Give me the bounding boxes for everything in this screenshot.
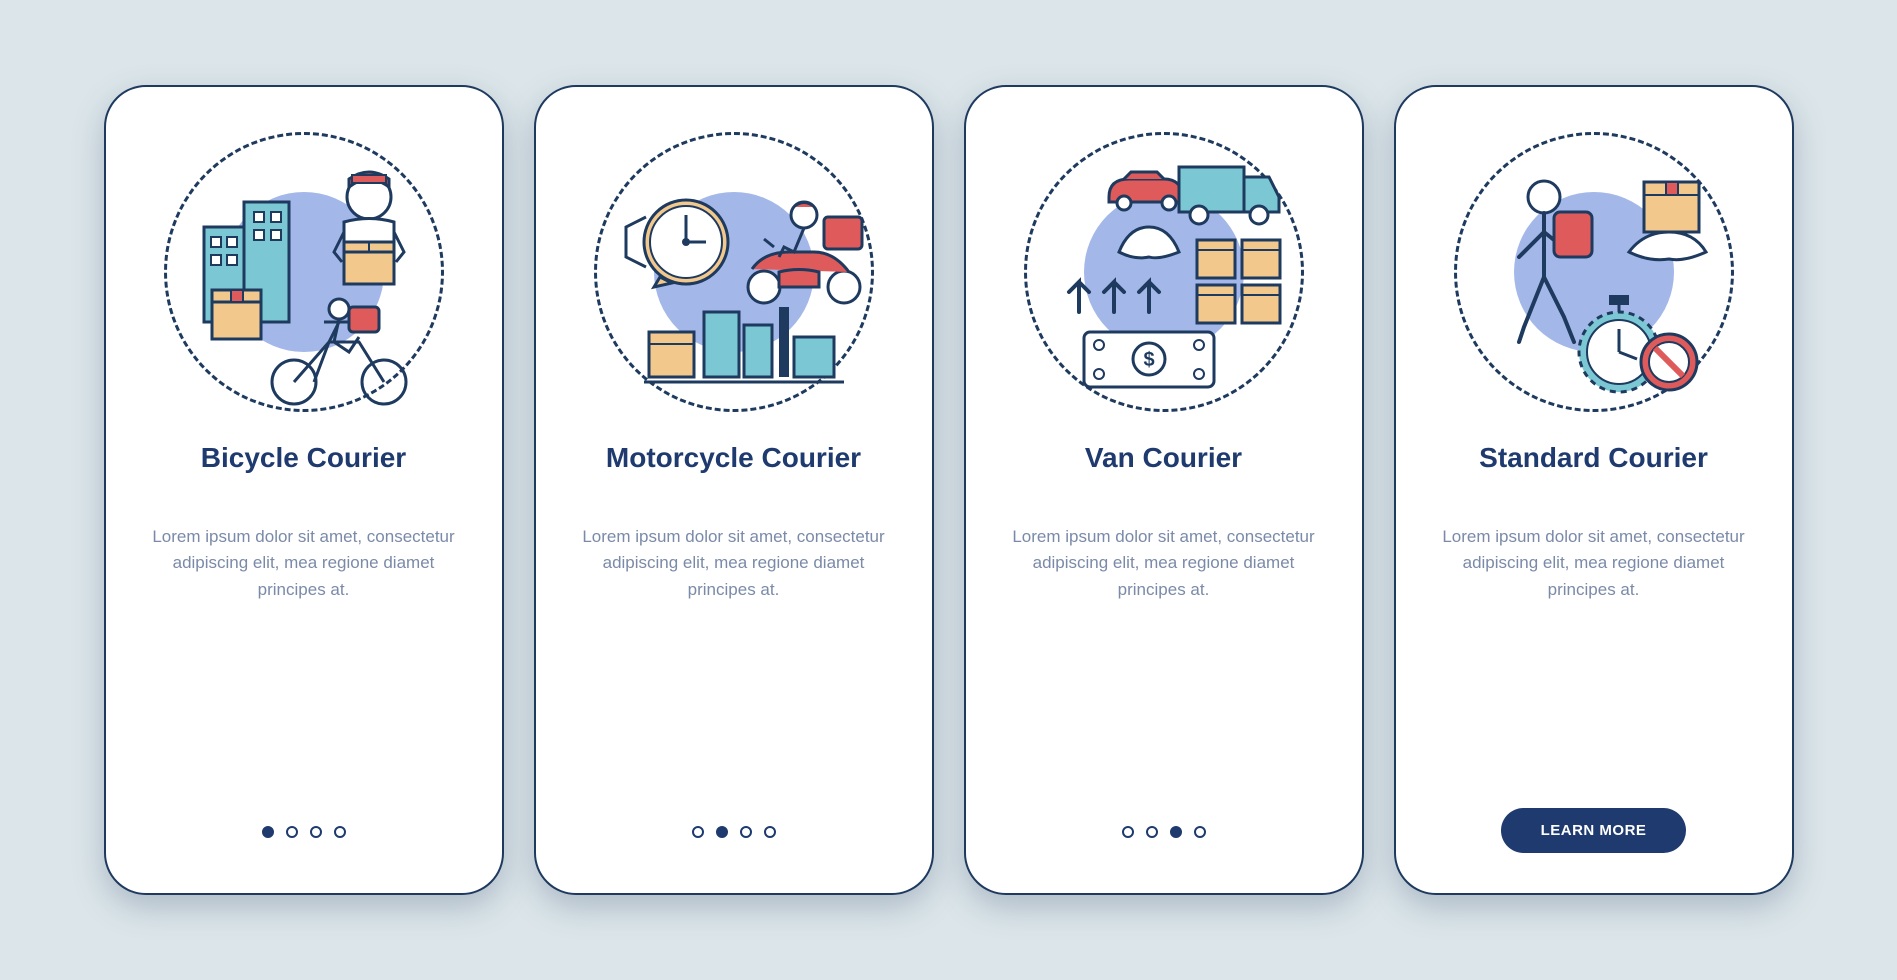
page-indicator [692, 826, 776, 838]
van-courier-icon: $ [1024, 132, 1304, 412]
pager-dot[interactable] [692, 826, 704, 838]
pager-dot[interactable] [1170, 826, 1182, 838]
screen-title: Standard Courier [1479, 442, 1708, 474]
page-indicator [262, 826, 346, 838]
pager-dot[interactable] [1146, 826, 1158, 838]
screen-description: Lorem ipsum dolor sit amet, consectetur … [141, 524, 467, 603]
screen-title: Van Courier [1085, 442, 1242, 474]
svg-text:$: $ [1143, 349, 1154, 371]
standard-courier-icon [1454, 132, 1734, 412]
phone-screen-bicycle[interactable]: Bicycle Courier Lorem ipsum dolor sit am… [104, 85, 504, 895]
screen-description: Lorem ipsum dolor sit amet, consectetur … [571, 524, 897, 603]
motorcycle-courier-icon [594, 132, 874, 412]
pager-dot[interactable] [1194, 826, 1206, 838]
pager-dot[interactable] [1122, 826, 1134, 838]
screen-description: Lorem ipsum dolor sit amet, consectetur … [1431, 524, 1757, 603]
pager-dot[interactable] [310, 826, 322, 838]
pager-dot[interactable] [262, 826, 274, 838]
pager-dot[interactable] [716, 826, 728, 838]
pager-dot[interactable] [764, 826, 776, 838]
screen-description: Lorem ipsum dolor sit amet, consectetur … [1001, 524, 1327, 603]
phone-screen-van[interactable]: $ Van Courier Lorem ipsum dolor sit amet… [964, 85, 1364, 895]
onboarding-screens: Bicycle Courier Lorem ipsum dolor sit am… [104, 85, 1794, 895]
phone-screen-standard[interactable]: Standard Courier Lorem ipsum dolor sit a… [1394, 85, 1794, 895]
pager-dot[interactable] [286, 826, 298, 838]
bicycle-courier-icon [164, 132, 444, 412]
screen-title: Motorcycle Courier [606, 442, 861, 474]
phone-screen-motorcycle[interactable]: Motorcycle Courier Lorem ipsum dolor sit… [534, 85, 934, 895]
page-indicator [1122, 826, 1206, 838]
pager-dot[interactable] [334, 826, 346, 838]
screen-title: Bicycle Courier [201, 442, 406, 474]
pager-dot[interactable] [740, 826, 752, 838]
learn-more-button[interactable]: LEARN MORE [1501, 808, 1687, 853]
